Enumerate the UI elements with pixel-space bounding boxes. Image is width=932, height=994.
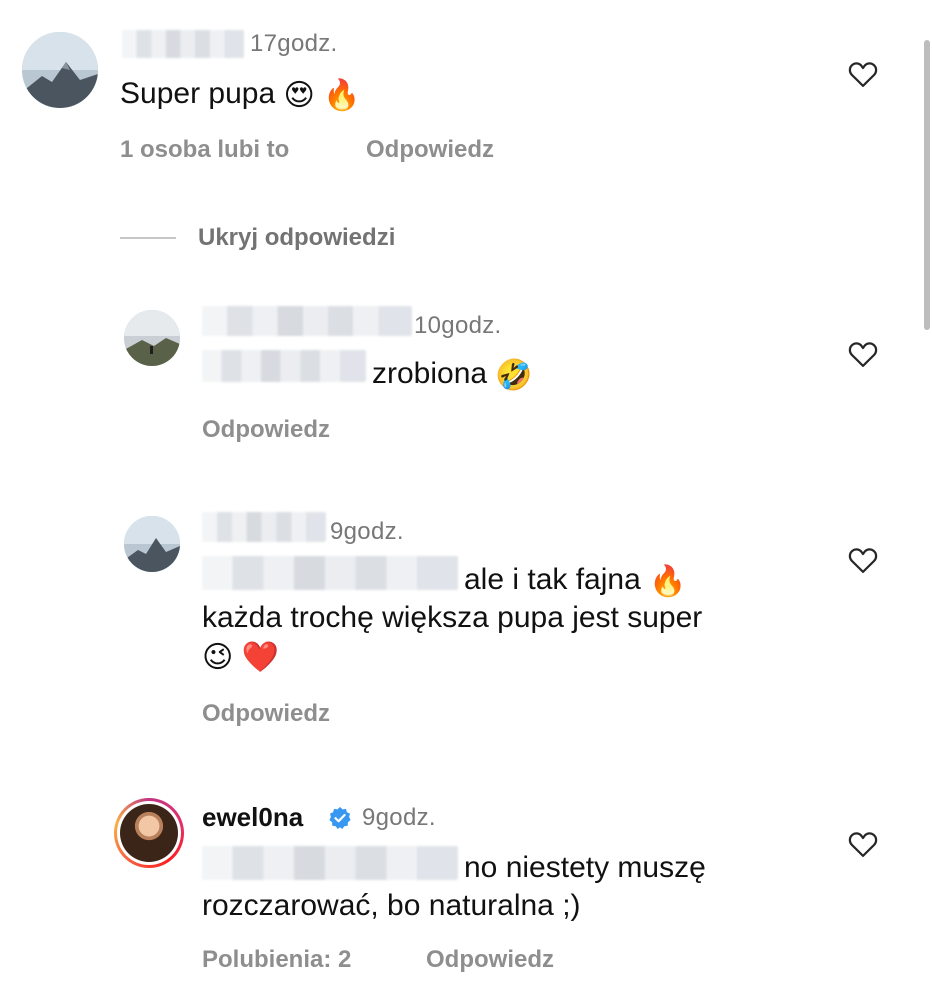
wink-emoji: 😉 bbox=[202, 640, 234, 675]
reply-button[interactable]: Odpowiedz bbox=[426, 946, 554, 974]
mention-blurred bbox=[202, 846, 458, 880]
likes-count[interactable]: Polubienia: 2 bbox=[202, 946, 351, 974]
avatar[interactable] bbox=[124, 516, 180, 572]
mention-blurred bbox=[202, 350, 366, 382]
avatar[interactable] bbox=[22, 32, 98, 108]
mountain-photo-icon bbox=[124, 516, 180, 572]
comment-text: Super pupa 😍 🔥 bbox=[120, 72, 360, 118]
avatar-ring-inner bbox=[117, 801, 181, 865]
verified-badge-icon bbox=[329, 807, 351, 829]
reply-text-line3: 😉 ❤️ bbox=[202, 634, 279, 680]
mention-blurred bbox=[202, 556, 458, 590]
reply-text: zrobiona 🤣 bbox=[372, 352, 533, 398]
reply-body-line1: ale i tak fajna bbox=[464, 563, 641, 596]
scrollbar[interactable] bbox=[922, 40, 932, 330]
username-blurred[interactable] bbox=[122, 30, 244, 58]
avatar-story-ring[interactable] bbox=[114, 798, 184, 868]
reply-text-line2: rozczarować, bo naturalna ;) bbox=[202, 889, 581, 922]
reply-time: 9godz. bbox=[362, 804, 436, 831]
scrollbar-thumb[interactable] bbox=[924, 40, 930, 330]
heart-outline-icon[interactable] bbox=[848, 830, 878, 858]
rofl-emoji: 🤣 bbox=[495, 358, 533, 393]
reply-time: 9godz. bbox=[330, 518, 404, 545]
heart-outline-icon[interactable] bbox=[848, 60, 878, 88]
avatar[interactable] bbox=[124, 310, 180, 366]
comment-time: 17godz. bbox=[250, 30, 338, 57]
mountain-photo-icon bbox=[22, 32, 98, 108]
landscape-photo-icon bbox=[124, 310, 180, 366]
hide-replies-button[interactable]: Ukryj odpowiedzi bbox=[198, 224, 395, 252]
username-blurred[interactable] bbox=[202, 306, 412, 336]
reply-time: 10godz. bbox=[414, 312, 502, 339]
heart-outline-icon[interactable] bbox=[848, 546, 878, 574]
username-blurred[interactable] bbox=[202, 512, 326, 542]
replies-divider bbox=[120, 237, 176, 239]
reply-button[interactable]: Odpowiedz bbox=[202, 416, 330, 444]
fire-emoji: 🔥 bbox=[323, 78, 361, 113]
red-heart-emoji: ❤️ bbox=[241, 640, 279, 675]
reply-button[interactable]: Odpowiedz bbox=[202, 700, 330, 728]
reply-button[interactable]: Odpowiedz bbox=[366, 136, 494, 164]
avatar bbox=[120, 804, 178, 862]
heart-eyes-emoji: 😍 bbox=[283, 78, 315, 113]
heart-outline-icon[interactable] bbox=[848, 340, 878, 368]
comment-body: Super pupa bbox=[120, 77, 276, 110]
likes-count[interactable]: 1 osoba lubi to bbox=[120, 136, 289, 164]
username[interactable]: ewel0na bbox=[202, 802, 303, 833]
reply-body: zrobiona bbox=[372, 357, 488, 390]
